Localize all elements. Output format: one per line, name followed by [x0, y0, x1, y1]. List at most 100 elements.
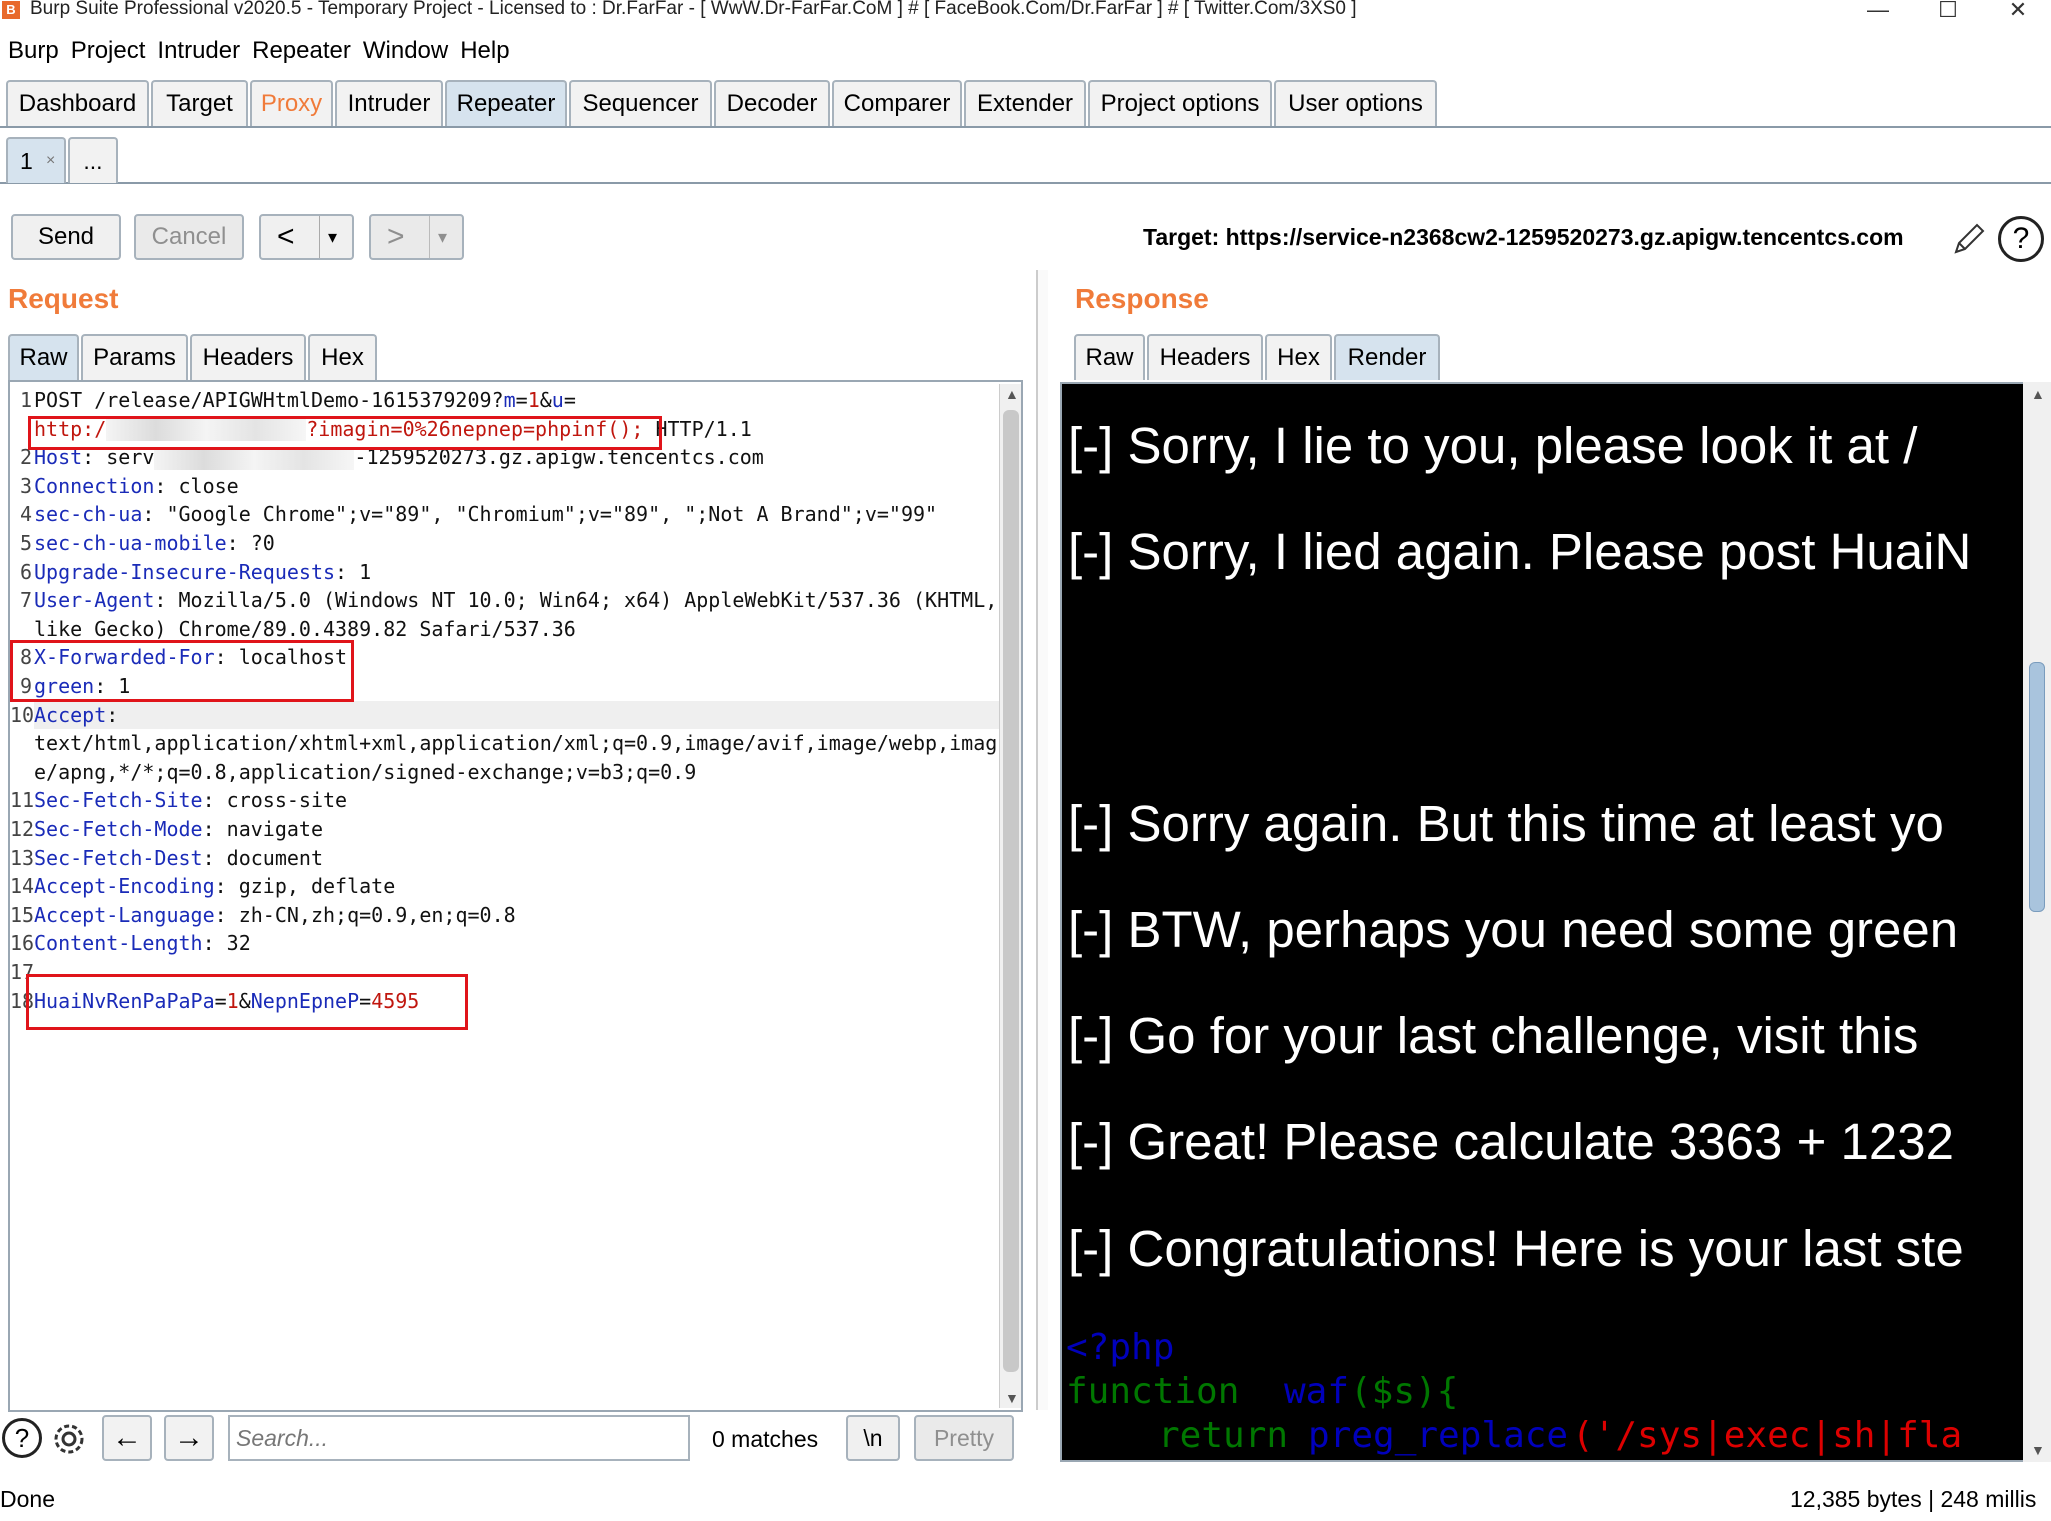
- code-token: &: [539, 388, 552, 412]
- code-token: =: [515, 388, 528, 412]
- code-token: : cross-site: [202, 788, 348, 813]
- menu-burp[interactable]: Burp: [4, 30, 63, 72]
- tab-dashboard[interactable]: Dashboard: [6, 80, 149, 126]
- code-token: : Mozilla/5.0 (Windows NT 10.0; Win64; x…: [154, 588, 998, 613]
- request-tab-params[interactable]: Params: [81, 334, 188, 380]
- line-number: 7: [19, 588, 32, 613]
- response-scrollbar[interactable]: ▲ ▼: [2023, 382, 2051, 1462]
- pretty-button[interactable]: Pretty: [914, 1415, 1014, 1461]
- menu-intruder[interactable]: Intruder: [153, 30, 244, 72]
- response-tab-headers[interactable]: Headers: [1147, 334, 1263, 380]
- forward-dropdown-icon[interactable]: ▾: [429, 216, 447, 258]
- target-label: Target: https://service-n2368cw2-1259520…: [1143, 224, 1904, 250]
- back-button[interactable]: < ▾: [259, 214, 354, 260]
- line-number: 13: [10, 845, 35, 870]
- previous-match-button[interactable]: ←: [102, 1415, 152, 1461]
- tab-repeater[interactable]: Repeater: [445, 80, 567, 126]
- tab-close-icon[interactable]: ×: [46, 139, 55, 183]
- maximize-icon[interactable]: ☐: [1918, 0, 1978, 22]
- response-line: [-] Sorry again. But this time at least …: [1068, 795, 1944, 852]
- tab-intruder[interactable]: Intruder: [335, 80, 443, 126]
- minimize-icon[interactable]: —: [1848, 0, 1908, 22]
- repeater-tab-more[interactable]: ...: [68, 137, 118, 183]
- scroll-up-icon[interactable]: ▲: [2031, 386, 2045, 402]
- scroll-down-icon[interactable]: ▼: [1005, 1390, 1019, 1406]
- tab-target[interactable]: Target: [151, 80, 248, 126]
- request-editor[interactable]: 1 POST /release/APIGWHtmlDemo-1615379209?…: [8, 380, 1023, 1412]
- arrow-right-icon: →: [174, 1421, 204, 1454]
- request-scrollbar[interactable]: ▲ ▼: [999, 384, 1021, 1408]
- code-line: Upgrade-Insecure-Requests: 1: [34, 558, 371, 587]
- split-pane-divider[interactable]: [1036, 270, 1048, 1410]
- php-function-keyword: function: [1066, 1371, 1240, 1412]
- menu-help[interactable]: Help: [456, 30, 513, 72]
- code-line: Content-Length: 32: [34, 929, 251, 958]
- tab-sequencer[interactable]: Sequencer: [569, 80, 712, 126]
- repeater-tab-1[interactable]: 1 ×: [6, 137, 66, 183]
- tab-project-options[interactable]: Project options: [1088, 80, 1272, 126]
- scroll-up-icon[interactable]: ▲: [1005, 386, 1019, 402]
- response-line: [-] Sorry, I lied again. Please post Hua…: [1068, 523, 1972, 580]
- code-line: Sec-Fetch-Mode: navigate: [34, 815, 323, 844]
- code-token: green: [34, 674, 95, 698]
- code-token: : close: [154, 473, 239, 498]
- code-token: : 1: [335, 559, 372, 584]
- send-button[interactable]: Send: [11, 214, 121, 260]
- close-icon[interactable]: ✕: [1988, 0, 2048, 22]
- line-number: 12: [10, 817, 35, 841]
- response-scroll-thumb[interactable]: [2029, 662, 2045, 912]
- code-token: Sec-Fetch-Mode: [34, 817, 203, 841]
- request-tab-headers[interactable]: Headers: [190, 334, 306, 380]
- php-return-keyword: return: [1158, 1415, 1289, 1456]
- line-number: 15: [10, 902, 35, 927]
- response-tab-render[interactable]: Render: [1334, 334, 1440, 380]
- menu-window[interactable]: Window: [359, 30, 452, 72]
- settings-gear-icon[interactable]: [46, 1416, 92, 1462]
- help-icon[interactable]: ?: [2, 1418, 42, 1458]
- response-line: [-] Go for your last challenge, visit th…: [1068, 1007, 1919, 1064]
- newline-toggle-button[interactable]: \n: [846, 1415, 900, 1461]
- code-token: lease/APIGWHtmlDemo-1615379209?: [130, 388, 504, 412]
- repeater-tab-bar: 1 × ...: [0, 134, 2051, 184]
- php-call-argument: ('/sys|exec|sh|fla: [1572, 1415, 1963, 1456]
- code-token: : zh-CN,zh;q=0.9,en;q=0.8: [214, 902, 516, 927]
- code-token: ?imagin=0%26nepnep=phpinf();: [306, 416, 644, 441]
- line-number: 14: [10, 874, 35, 899]
- code-token: : 32: [202, 931, 251, 956]
- tab-comparer[interactable]: Comparer: [832, 80, 962, 126]
- request-tab-raw[interactable]: Raw: [8, 334, 79, 380]
- search-input[interactable]: Search...: [228, 1415, 690, 1461]
- help-icon[interactable]: ?: [1998, 216, 2044, 262]
- code-token: Connection: [34, 473, 155, 498]
- edit-target-pencil-icon[interactable]: [1950, 218, 1990, 258]
- code-line: Sec-Fetch-Dest: document: [34, 844, 323, 873]
- request-title: Request: [8, 283, 119, 314]
- tab-user-options[interactable]: User options: [1274, 80, 1437, 126]
- code-token: X-Forwarded-For: [34, 645, 215, 670]
- response-tab-raw[interactable]: Raw: [1074, 334, 1145, 380]
- response-tab-hex[interactable]: Hex: [1265, 334, 1332, 380]
- menu-repeater[interactable]: Repeater: [248, 30, 355, 72]
- line-number: 10: [10, 702, 35, 727]
- search-bar: ? ← → Search... 0 matches \n Pretty: [0, 1412, 1040, 1468]
- scroll-down-icon[interactable]: ▼: [2031, 1442, 2045, 1458]
- main-tab-bar: Dashboard Target Proxy Intruder Repeater…: [0, 78, 2051, 128]
- next-match-button[interactable]: →: [164, 1415, 214, 1461]
- request-tab-hex[interactable]: Hex: [308, 334, 377, 380]
- redacted-region: [154, 447, 355, 470]
- tab-extender[interactable]: Extender: [964, 80, 1086, 126]
- match-count: 0 matches: [712, 1426, 819, 1452]
- cancel-button[interactable]: Cancel: [134, 214, 244, 260]
- menu-project[interactable]: Project: [67, 30, 150, 72]
- request-scroll-thumb[interactable]: [1003, 410, 1019, 1372]
- back-dropdown-icon[interactable]: ▾: [319, 216, 337, 258]
- forward-button[interactable]: > ▾: [369, 214, 464, 260]
- code-token: like Gecko) Chrome/89.0.4389.82 Safari/5…: [34, 616, 576, 641]
- code-token: sec-ch-ua-mobile: [34, 531, 227, 555]
- tab-proxy[interactable]: Proxy: [250, 80, 333, 126]
- code-line: Accept:: [34, 701, 118, 730]
- code-line: Accept-Encoding: gzip, deflate: [34, 872, 395, 901]
- response-render-view[interactable]: [-] Sorry, I lie to you, please look it …: [1060, 382, 2036, 1462]
- code-token: NepnEpneP: [250, 988, 360, 1013]
- tab-decoder[interactable]: Decoder: [714, 80, 830, 126]
